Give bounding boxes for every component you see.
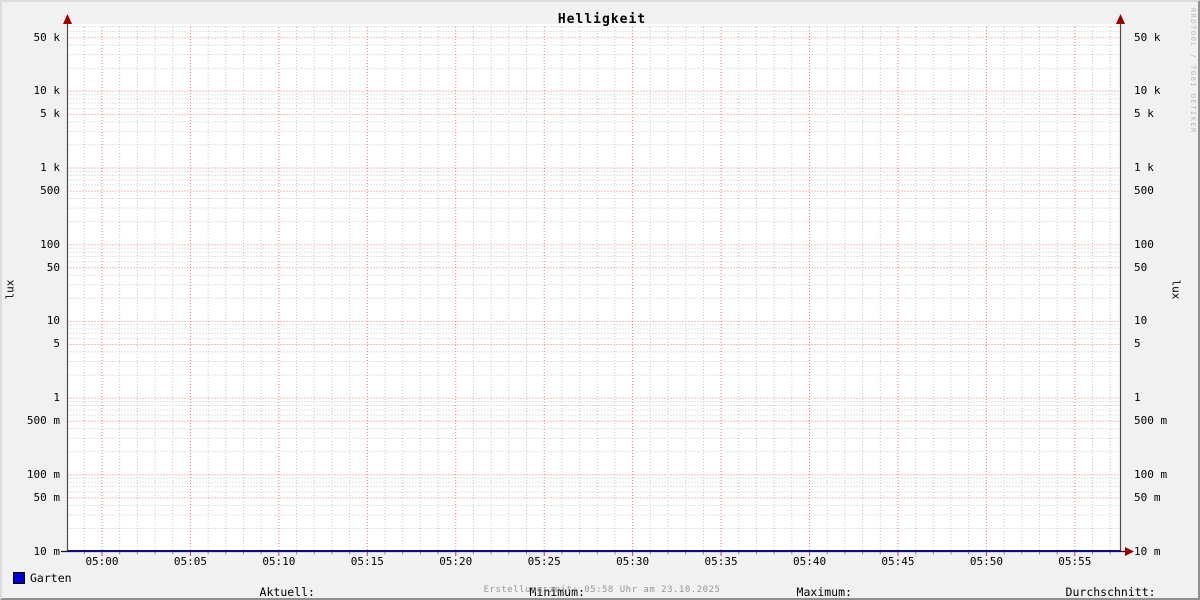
y-tick-label-left: 500	[40, 184, 60, 198]
y-tick-label-left: 50	[46, 260, 60, 274]
y-tick-label-left: 50 k	[33, 30, 61, 44]
y-tick-label-right: 1 k	[1134, 161, 1154, 174]
y-tick-label-right: 10 m	[1134, 544, 1161, 558]
y-tick-label-right: 5 k	[1134, 107, 1154, 121]
y-tick-label-left: 50 m	[33, 490, 61, 504]
y-tick-label-left: 10 m	[33, 544, 61, 558]
x-axis-arrow	[1125, 547, 1134, 556]
x-tick-label: 05:20	[439, 555, 473, 568]
x-tick-label: 05:05	[173, 555, 207, 568]
y-tick-label-right: 10 k	[1134, 84, 1161, 98]
y-tick-label-left: 1	[53, 391, 60, 405]
x-tick-label: 05:25	[527, 555, 561, 568]
x-tick-label: 05:50	[969, 555, 1003, 568]
rrdtool-watermark: RRDTOOL / TOBI OETIKER	[1189, 8, 1197, 134]
x-tick-label: 05:10	[262, 555, 296, 568]
y-tick-label-left: 5	[53, 337, 60, 351]
y-tick-label-right: 50 k	[1134, 30, 1161, 44]
x-tick-label: 05:35	[704, 555, 738, 568]
plot-canvas	[67, 24, 1121, 552]
y-tick-label-left: 10 k	[33, 84, 61, 98]
y-tick-label-right: 50 m	[1134, 490, 1161, 504]
y-tick-label-right: 500 m	[1134, 414, 1168, 428]
y-tick-label-left: 5 k	[40, 107, 60, 121]
y-tick-label-left: 10	[46, 314, 60, 328]
x-tick-label: 05:45	[881, 555, 915, 568]
rrdtool-graph: Helligkeit lux lux RRDTOOL / TOBI OETIKE…	[0, 0, 1200, 600]
y-tick-label-left: 100 m	[26, 467, 60, 481]
y-tick-label-right: 500	[1134, 184, 1154, 198]
y-tick-label-right: 10	[1134, 314, 1148, 328]
creation-timestamp: Erstellungszeit: 05:58 Uhr am 23.10.2025	[483, 585, 721, 595]
plot-area	[61, 14, 1134, 556]
y-tick-label-right: 100 m	[1134, 467, 1168, 481]
series-color-swatch	[13, 572, 25, 584]
y-tick-label-right: 50	[1134, 260, 1148, 274]
x-tick-label: 05:30	[616, 555, 650, 568]
y-tick-label-right: 100	[1134, 237, 1154, 251]
y-tick-label-right: 5	[1134, 337, 1141, 351]
y-tick-label-left: 500 m	[26, 414, 60, 428]
y-tick-label-right: 1	[1134, 391, 1141, 405]
series-name: Garten	[30, 571, 72, 585]
x-tick-label: 05:15	[350, 555, 384, 568]
y-tick-label-left: 1 k	[40, 161, 60, 174]
x-tick-label: 05:55	[1058, 555, 1092, 568]
chart-title: Helligkeit	[557, 12, 647, 27]
x-tick-label: 05:00	[85, 555, 119, 568]
x-tick-label: 05:40	[792, 555, 827, 568]
y-tick-label-left: 100	[40, 237, 60, 251]
